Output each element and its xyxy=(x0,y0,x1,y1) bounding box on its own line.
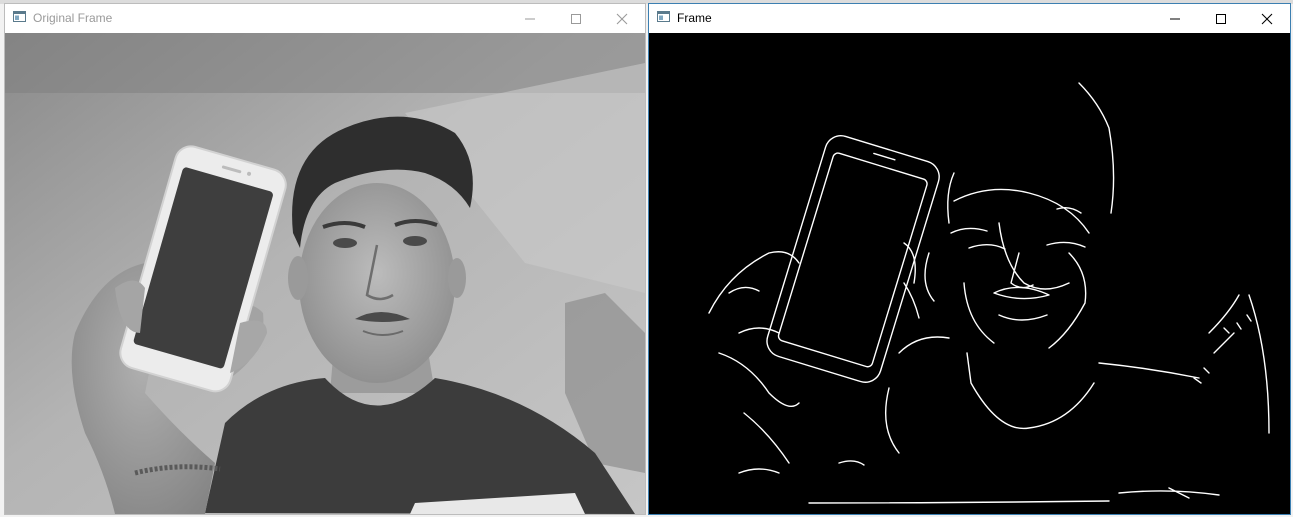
window-controls xyxy=(507,4,645,33)
app-window-icon xyxy=(13,11,26,22)
close-button[interactable] xyxy=(1244,4,1290,33)
edge-frame-window[interactable]: Frame xyxy=(648,3,1291,515)
minimize-icon xyxy=(1170,18,1180,19)
original-frame-image xyxy=(5,33,645,514)
window-title: Original Frame xyxy=(33,11,113,25)
minimize-icon xyxy=(525,18,535,19)
edge-frame-image xyxy=(649,33,1290,514)
close-button[interactable] xyxy=(599,4,645,33)
maximize-button[interactable] xyxy=(553,4,599,33)
original-frame-titlebar[interactable]: Original Frame xyxy=(5,4,645,33)
window-controls xyxy=(1152,4,1290,33)
app-window-icon xyxy=(657,11,670,22)
close-icon xyxy=(616,13,628,24)
window-title: Frame xyxy=(677,11,712,25)
maximize-icon xyxy=(571,13,581,24)
original-frame-window[interactable]: Original Frame xyxy=(4,3,646,515)
maximize-button[interactable] xyxy=(1198,4,1244,33)
minimize-button[interactable] xyxy=(1152,4,1198,33)
close-icon xyxy=(1261,13,1273,24)
maximize-icon xyxy=(1216,13,1226,24)
minimize-button[interactable] xyxy=(507,4,553,33)
edge-frame-titlebar[interactable]: Frame xyxy=(649,4,1290,33)
